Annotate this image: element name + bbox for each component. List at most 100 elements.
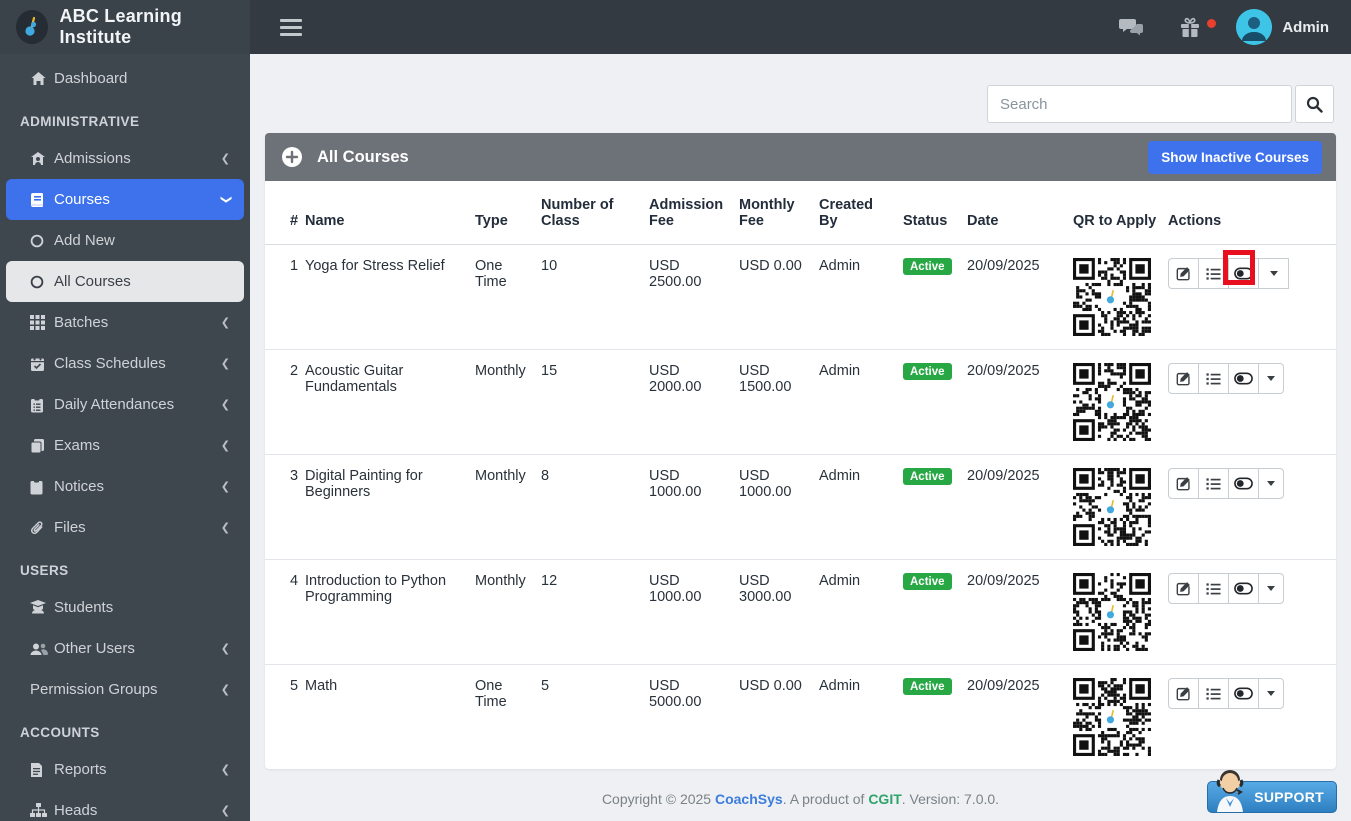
created-by: Admin [819,664,903,769]
course-details-button[interactable] [1198,573,1229,604]
toggle-visibility-button[interactable] [1228,468,1259,499]
sidebar-item-all-courses[interactable]: All Courses [6,261,244,302]
sidebar-item-notices[interactable]: Notices ❮ [6,466,244,507]
status-badge: Active [903,573,952,590]
actions-group [1168,363,1326,394]
number-of-class: 10 [541,258,558,274]
sidebar-section-label: ADMINISTRATIVE [20,114,140,129]
sidebar-item-permission-groups[interactable]: Permission Groups ❮ [6,669,244,710]
sidebar-item-batches[interactable]: Batches ❮ [6,302,244,343]
sidebar-item-exams[interactable]: Exams ❮ [6,425,244,466]
sidebar-item-add-new[interactable]: Add New [6,220,244,261]
sidebar-item-students[interactable]: Students [6,587,244,628]
caret-down-icon [1267,691,1275,696]
users-icon [30,642,54,656]
more-actions-dropdown[interactable] [1258,573,1284,604]
sidebar-item-daily-attendances[interactable]: Daily Attendances ❮ [6,384,244,425]
toggle-visibility-button[interactable] [1228,363,1259,394]
admissions-icon [30,151,54,167]
created-by: Admin [819,258,861,274]
actions-group [1168,573,1326,604]
row-number: 3 [265,454,305,560]
course-details-button[interactable] [1198,258,1229,289]
toggle-visibility-button[interactable] [1228,258,1259,289]
course-name: Acoustic Guitar Fundamentals [305,349,475,455]
all-courses-panel: All Courses Show Inactive Courses # Name T… [265,133,1336,769]
sidebar-item-label: Admissions [54,150,131,167]
qr-cell [1073,349,1168,455]
course-details-button[interactable] [1198,678,1229,709]
messages-icon[interactable] [1118,16,1144,38]
edit-course-button[interactable] [1168,363,1199,394]
table-header-row: # Name Type Number of Class Admission Fee Mon… [265,181,1336,245]
actions-cell [1168,664,1336,769]
sidebar-item-label: Reports [54,761,107,778]
monthly-fee: USD 1500.00 [739,349,819,455]
sidebar-section-label: ACCOUNTS [20,725,100,740]
sidebar-item-courses[interactable]: Courses ❮ [6,179,244,220]
panel-title: All Courses [317,147,409,166]
search-button[interactable] [1295,85,1334,123]
column-header: Status [903,181,967,245]
monthly-fee: USD 0.00 [739,258,802,274]
user-name: Admin [1282,18,1329,36]
sidebar-item-heads[interactable]: Heads ❮ [6,790,244,821]
more-actions-dropdown[interactable] [1258,258,1289,289]
column-header: Number of Class [541,181,649,245]
monthly-fee: USD 3000.00 [739,559,819,665]
actions-cell [1168,454,1336,560]
sidebar-item-label: Notices [54,478,105,495]
sidebar-item-dashboard[interactable]: Dashboard [6,58,244,99]
paperclip-icon [30,520,54,536]
edit-course-button[interactable] [1168,573,1199,604]
main-content: All Courses Show Inactive Courses #NameT… [250,54,1351,821]
qr-code [1073,573,1151,651]
show-inactive-courses-button[interactable]: Show Inactive Courses [1148,140,1322,174]
admission-fee: USD 5000.00 [649,664,739,769]
sidebar-toggle-hamburger-icon[interactable] [280,15,302,40]
course-name: Math [305,664,475,769]
toggle-visibility-button[interactable] [1228,678,1259,709]
courses-table: # Name Type Number of Class Admission Fee Mon… [265,181,1336,769]
gift-icon[interactable] [1178,15,1217,39]
toggle-visibility-button[interactable] [1228,573,1259,604]
column-header: Name [305,181,475,245]
more-actions-dropdown[interactable] [1258,678,1284,709]
sidebar-item-reports[interactable]: Reports ❮ [6,749,244,790]
sidebar-section-label: USERS [20,563,69,578]
created-by: Admin [819,559,903,665]
course-row: 4 Introduction to Python Programming Month… [265,559,1336,665]
more-actions-dropdown[interactable] [1258,363,1284,394]
sidebar: Dashboard ADMINISTRATIVE Admissions ❮ Course… [0,54,250,821]
brand[interactable]: ABC Learning Institute [0,0,250,54]
chevron-left-icon: ❮ [220,358,230,370]
edit-course-button[interactable] [1168,258,1199,289]
created-date: 20/09/2025 [967,454,1073,560]
more-actions-dropdown[interactable] [1258,468,1284,499]
cgit-link[interactable]: CGIT [868,791,901,807]
edit-course-button[interactable] [1168,678,1199,709]
actions-group [1168,468,1326,499]
brand-logo-icon [16,10,49,44]
user-menu[interactable]: Admin [1236,9,1329,45]
course-details-button[interactable] [1198,363,1229,394]
actions-cell [1168,245,1336,350]
created-by: Admin [819,454,903,560]
sidebar-item-admissions[interactable]: Admissions ❮ [6,138,244,179]
sidebar-item-other-users[interactable]: Other Users ❮ [6,628,244,669]
admission-fee: USD 2500.00 [649,258,702,290]
circle-icon [30,234,54,248]
add-course-icon[interactable] [281,146,303,168]
edit-course-button[interactable] [1168,468,1199,499]
chevron-left-icon: ❮ [220,805,230,817]
created-date: 20/09/2025 [967,349,1073,455]
coachsys-link[interactable]: CoachSys [715,791,783,807]
sidebar-item-files[interactable]: Files ❮ [6,507,244,548]
created-date: 20/09/2025 [967,258,1040,274]
support-widget[interactable]: SUPPORT [1207,770,1337,813]
sidebar-item-class-schedules[interactable]: Class Schedules ❮ [6,343,244,384]
search-input[interactable] [987,85,1292,123]
course-details-button[interactable] [1198,468,1229,499]
chevron-left-icon: ❮ [220,522,230,534]
column-header: QR to Apply [1073,181,1168,245]
